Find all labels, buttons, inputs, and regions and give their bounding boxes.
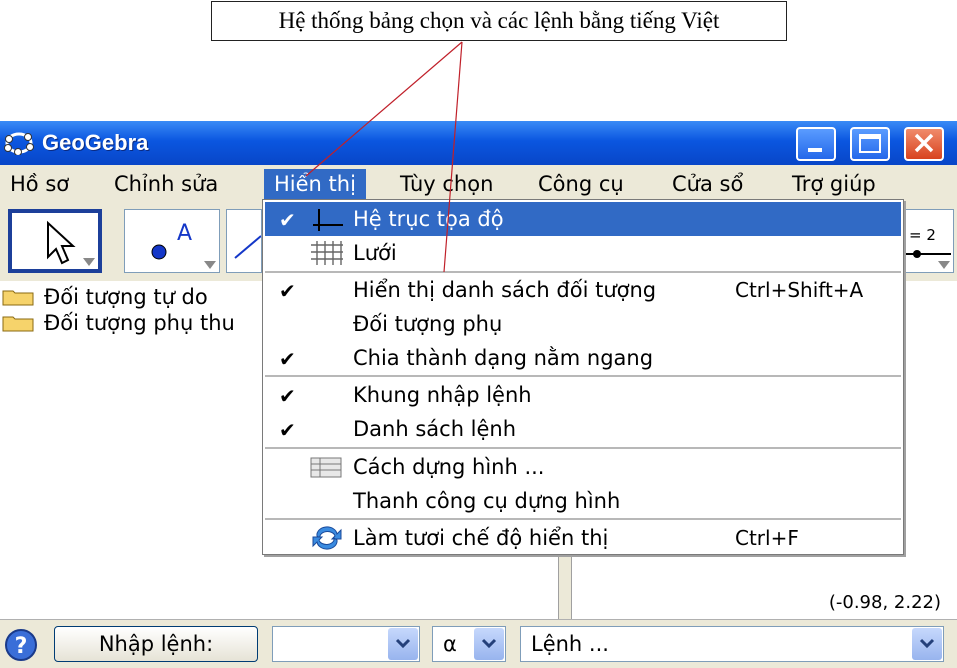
- menu-item-axes[interactable]: ✔ Hệ trục tọa độ: [265, 202, 901, 236]
- tree-item-label: Đối tượng tự do: [44, 285, 208, 309]
- menu-item-label: Đối tượng phụ: [353, 312, 503, 336]
- tool-menu-arrow-icon: [938, 261, 950, 269]
- folder-icon: [2, 316, 34, 332]
- menu-item-shortcut: Ctrl+F: [735, 526, 799, 550]
- menu-cua-so[interactable]: Cửa sổ: [662, 169, 753, 199]
- menu-item-auxiliary-objects[interactable]: Đối tượng phụ: [265, 307, 901, 341]
- folder-icon: [2, 290, 34, 306]
- menu-item-label: Cách dựng hình ...: [353, 455, 545, 479]
- help-icon[interactable]: ?: [4, 628, 38, 662]
- minimize-icon: [808, 148, 822, 152]
- refresh-icon: [312, 526, 342, 550]
- command-list-value: Lệnh ...: [531, 632, 609, 656]
- window-title: GeoGebra: [42, 130, 149, 155]
- title-bar[interactable]: GeoGebra: [0, 121, 957, 165]
- menu-item-grid[interactable]: Lưới: [265, 236, 901, 270]
- check-icon: ✔: [279, 418, 296, 442]
- menu-item-label: Làm tươi chế độ hiển thị: [353, 526, 609, 550]
- close-icon: [914, 133, 934, 153]
- menu-item-construction-toolbar[interactable]: Thanh công cụ dựng hình: [265, 484, 901, 518]
- view-menu-dropdown: ✔ Hệ trục tọa độ Lưới ✔ Hiển thị danh sá…: [262, 199, 904, 555]
- maximize-button[interactable]: [850, 127, 890, 161]
- symbol-dropdown-button[interactable]: [474, 628, 504, 660]
- check-icon: ✔: [279, 384, 296, 408]
- move-tool-button[interactable]: [8, 209, 102, 273]
- menu-item-command-list[interactable]: ✔ Danh sách lệnh: [265, 412, 901, 446]
- annotation-text: Hệ thống bảng chọn và các lệnh bằng tiến…: [278, 8, 720, 33]
- input-bar: ? Nhập lệnh: α Lệnh ...: [0, 619, 957, 668]
- check-icon: ✔: [279, 208, 296, 232]
- axes-icon: [313, 209, 343, 231]
- tree-item-label: Đối tượng phụ thu: [44, 311, 235, 335]
- menu-item-refresh-view[interactable]: Làm tươi chế độ hiển thị Ctrl+F: [265, 521, 901, 555]
- menu-item-horizontal-split[interactable]: ✔ Chia thành dạng nằm ngang: [265, 341, 901, 375]
- chevron-down-icon: [919, 638, 935, 649]
- mouse-coordinates: (-0.98, 2.22): [828, 592, 941, 613]
- menu-item-label: Khung nhập lệnh: [353, 383, 532, 407]
- svg-text:?: ?: [15, 634, 28, 659]
- chevron-down-icon: [481, 638, 497, 649]
- menu-separator: [265, 518, 901, 520]
- slider-tool-label: = 2: [909, 226, 936, 244]
- menu-item-construction-protocol[interactable]: Cách dựng hình ...: [265, 450, 901, 484]
- line-tool-button[interactable]: [226, 209, 262, 273]
- menu-bar: Hồ sơ Chỉnh sửa Hiển thị Tùy chọn Công c…: [0, 165, 957, 201]
- menu-item-label: Lưới: [353, 241, 397, 265]
- menu-tro-giup[interactable]: Trợ giúp: [782, 169, 886, 199]
- menu-item-label: Chia thành dạng nằm ngang: [353, 346, 654, 370]
- point-tool-button[interactable]: A: [124, 209, 220, 273]
- menu-ho-so[interactable]: Hồ sơ: [0, 169, 79, 199]
- tool-menu-arrow-icon: [83, 258, 95, 266]
- menu-item-label: Hệ trục tọa độ: [353, 207, 504, 231]
- tree-item-free-objects[interactable]: Đối tượng tự do: [2, 285, 208, 309]
- menu-separator: [265, 447, 901, 449]
- svg-text:A: A: [177, 221, 192, 246]
- input-label-button[interactable]: Nhập lệnh:: [54, 626, 258, 662]
- menu-item-input-bar[interactable]: ✔ Khung nhập lệnh: [265, 378, 901, 412]
- table-icon: [310, 457, 342, 478]
- close-button[interactable]: [904, 127, 944, 161]
- input-history-dropdown-button[interactable]: [388, 628, 418, 660]
- command-input-field[interactable]: [272, 626, 420, 662]
- slider-tool-button[interactable]: = 2: [904, 209, 954, 273]
- command-list-dropdown-button[interactable]: [912, 628, 942, 660]
- menu-tuy-chon[interactable]: Tùy chọn: [390, 169, 503, 199]
- chevron-down-icon: [395, 638, 411, 649]
- tool-menu-arrow-icon: [204, 261, 216, 269]
- annotation-callout: Hệ thống bảng chọn và các lệnh bằng tiến…: [211, 1, 787, 41]
- menu-separator: [265, 375, 901, 377]
- grid-icon: [311, 241, 343, 265]
- check-icon: ✔: [279, 279, 296, 303]
- menu-item-label: Danh sách lệnh: [353, 417, 517, 441]
- menu-item-label: Thanh công cụ dựng hình: [353, 489, 621, 513]
- menu-item-shortcut: Ctrl+Shift+A: [735, 278, 864, 302]
- menu-cong-cu[interactable]: Công cụ: [528, 169, 634, 199]
- menu-chinh-sua[interactable]: Chỉnh sửa: [104, 169, 228, 199]
- menu-hien-thi[interactable]: Hiển thị: [264, 169, 366, 199]
- geogebra-logo-icon: [4, 132, 34, 155]
- menu-item-label: Hiển thị danh sách đối tượng: [353, 278, 657, 302]
- symbol-select-value: α: [443, 632, 457, 656]
- menu-item-object-list[interactable]: ✔ Hiển thị danh sách đối tượng Ctrl+Shif…: [265, 273, 901, 307]
- maximize-icon: [859, 134, 881, 153]
- symbol-select[interactable]: α: [432, 626, 506, 662]
- command-list-select[interactable]: Lệnh ...: [520, 626, 944, 662]
- check-icon: ✔: [279, 347, 296, 371]
- line-tool-icon: [234, 235, 262, 259]
- tree-item-dependent-objects[interactable]: Đối tượng phụ thu: [2, 311, 235, 335]
- minimize-button[interactable]: [796, 127, 836, 161]
